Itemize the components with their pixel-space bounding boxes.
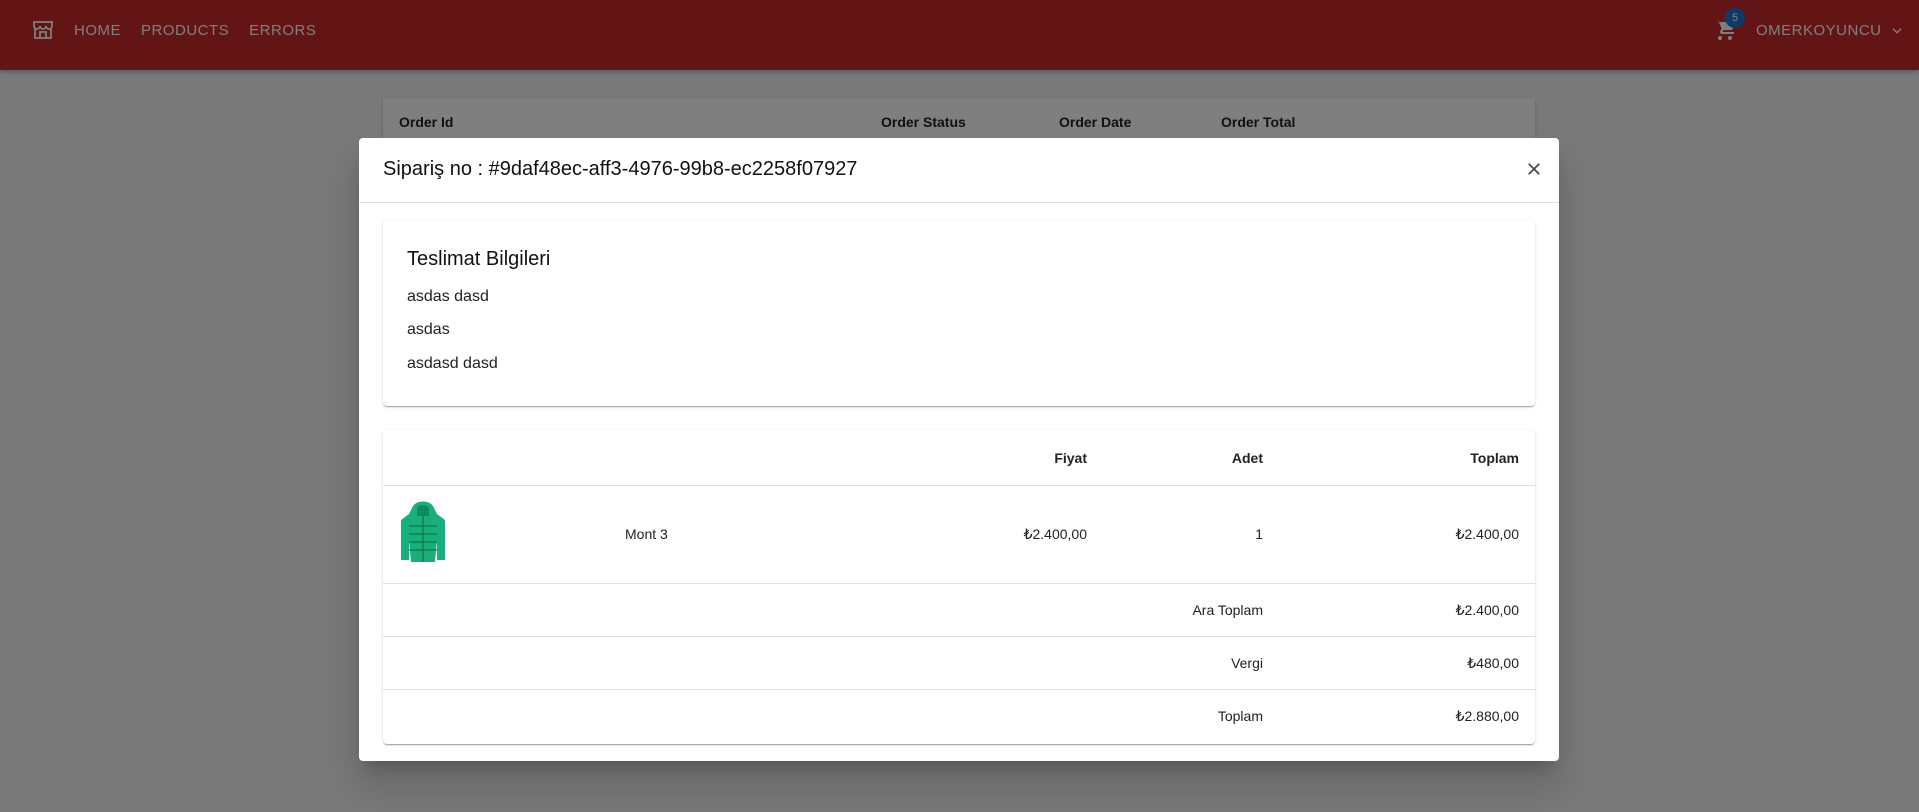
grand-total-row: Toplam ₺2.880,00: [383, 690, 1535, 744]
close-icon: [1528, 163, 1540, 175]
header-quantity: Adet: [1231, 450, 1263, 466]
product-quantity: 1: [1255, 526, 1263, 542]
table-row: Mont 3 ₺2.400,00 1 ₺2.400,00: [383, 486, 1535, 584]
product-name: Mont 3: [625, 526, 668, 542]
grand-total-value: ₺2.880,00: [1455, 708, 1519, 724]
tax-label: Vergi: [1231, 655, 1263, 671]
product-price: ₺2.400,00: [1023, 526, 1087, 542]
header-price: Fiyat: [1054, 450, 1087, 466]
delivery-info-card: Teslimat Bilgileri asdas dasd asdas asda…: [383, 220, 1535, 406]
dialog-title: Sipariş no : #9daf48ec-aff3-4976-99b8-ec…: [383, 158, 858, 180]
order-items-card: Fiyat Adet Toplam Mont 3 ₺2.400,00 1 ₺2.…: [383, 430, 1535, 744]
subtotal-label: Ara Toplam: [1192, 602, 1263, 618]
order-detail-dialog: Sipariş no : #9daf48ec-aff3-4976-99b8-ec…: [359, 138, 1559, 761]
product-total: ₺2.400,00: [1455, 526, 1519, 542]
subtotal-row: Ara Toplam ₺2.400,00: [383, 584, 1535, 637]
delivery-city: asdasd dasd: [407, 355, 498, 372]
green-jacket-image: [401, 501, 445, 562]
delivery-address: asdas: [407, 321, 450, 338]
header-total: Toplam: [1470, 450, 1519, 466]
subtotal-value: ₺2.400,00: [1455, 602, 1519, 618]
close-button[interactable]: [1519, 154, 1549, 184]
tax-row: Vergi ₺480,00: [383, 637, 1535, 690]
delivery-title: Teslimat Bilgileri: [407, 248, 551, 270]
title-divider: [359, 202, 1559, 203]
delivery-name: asdas dasd: [407, 288, 489, 305]
tax-value: ₺480,00: [1467, 655, 1519, 671]
grand-total-label: Toplam: [1217, 708, 1263, 724]
table-header-row: Fiyat Adet Toplam: [383, 430, 1535, 486]
